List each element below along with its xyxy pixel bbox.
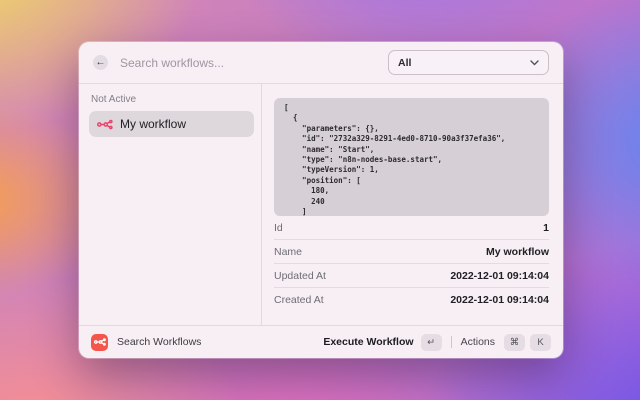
workflow-json-code: [ { "parameters": {}, "id": "2732a329-82… bbox=[284, 103, 549, 216]
meta-row-name: Name My workflow bbox=[274, 240, 549, 264]
enter-key-badge: ↵ bbox=[421, 334, 442, 351]
metadata-table: Id 1 Name My workflow Updated At 2022-12… bbox=[274, 216, 549, 311]
k-key-badge: K bbox=[530, 334, 551, 351]
main-area: Not Active bbox=[79, 84, 563, 325]
meta-label: Updated At bbox=[274, 270, 326, 282]
sidebar-item-my-workflow[interactable]: My workflow bbox=[89, 111, 254, 137]
back-button[interactable]: ← bbox=[93, 55, 108, 70]
workflow-json-block: [ { "parameters": {}, "id": "2732a329-82… bbox=[274, 98, 549, 216]
execute-workflow-button[interactable]: Execute Workflow ↵ bbox=[323, 334, 441, 351]
filter-selected-value: All bbox=[398, 57, 411, 69]
actions-label: Actions bbox=[461, 336, 495, 348]
desktop-background: ← All Not Active bbox=[0, 0, 640, 400]
cmd-key-badge: ⌘ bbox=[504, 334, 525, 351]
execute-workflow-label: Execute Workflow bbox=[323, 336, 413, 348]
filter-dropdown[interactable]: All bbox=[388, 50, 549, 75]
sidebar: Not Active bbox=[79, 84, 262, 325]
sidebar-section-label: Not Active bbox=[91, 94, 254, 105]
actions-button[interactable]: Actions ⌘ K bbox=[461, 334, 551, 351]
detail-panel: [ { "parameters": {}, "id": "2732a329-82… bbox=[262, 84, 563, 325]
footer-divider bbox=[451, 336, 452, 348]
chevron-down-icon bbox=[530, 60, 539, 66]
meta-value: 2022-12-01 09:14:04 bbox=[450, 270, 549, 282]
meta-row-created-at: Created At 2022-12-01 09:14:04 bbox=[274, 288, 549, 311]
meta-row-updated-at: Updated At 2022-12-01 09:14:04 bbox=[274, 264, 549, 288]
meta-label: Id bbox=[274, 222, 283, 234]
meta-row-id: Id 1 bbox=[274, 216, 549, 240]
meta-value: 1 bbox=[543, 222, 549, 234]
meta-value: 2022-12-01 09:14:04 bbox=[450, 294, 549, 306]
top-bar: ← All bbox=[79, 42, 563, 84]
search-input[interactable] bbox=[118, 55, 352, 71]
workflow-icon bbox=[97, 119, 113, 130]
footer-bar: Search Workflows Execute Workflow ↵ Acti… bbox=[79, 325, 563, 358]
back-arrow-icon: ← bbox=[96, 58, 106, 68]
footer-app-label: Search Workflows bbox=[117, 336, 201, 348]
meta-value: My workflow bbox=[486, 246, 549, 258]
app-icon bbox=[91, 334, 108, 351]
meta-label: Name bbox=[274, 246, 302, 258]
meta-label: Created At bbox=[274, 294, 324, 306]
search-workflows-window: ← All Not Active bbox=[79, 42, 563, 358]
sidebar-item-label: My workflow bbox=[120, 117, 186, 131]
